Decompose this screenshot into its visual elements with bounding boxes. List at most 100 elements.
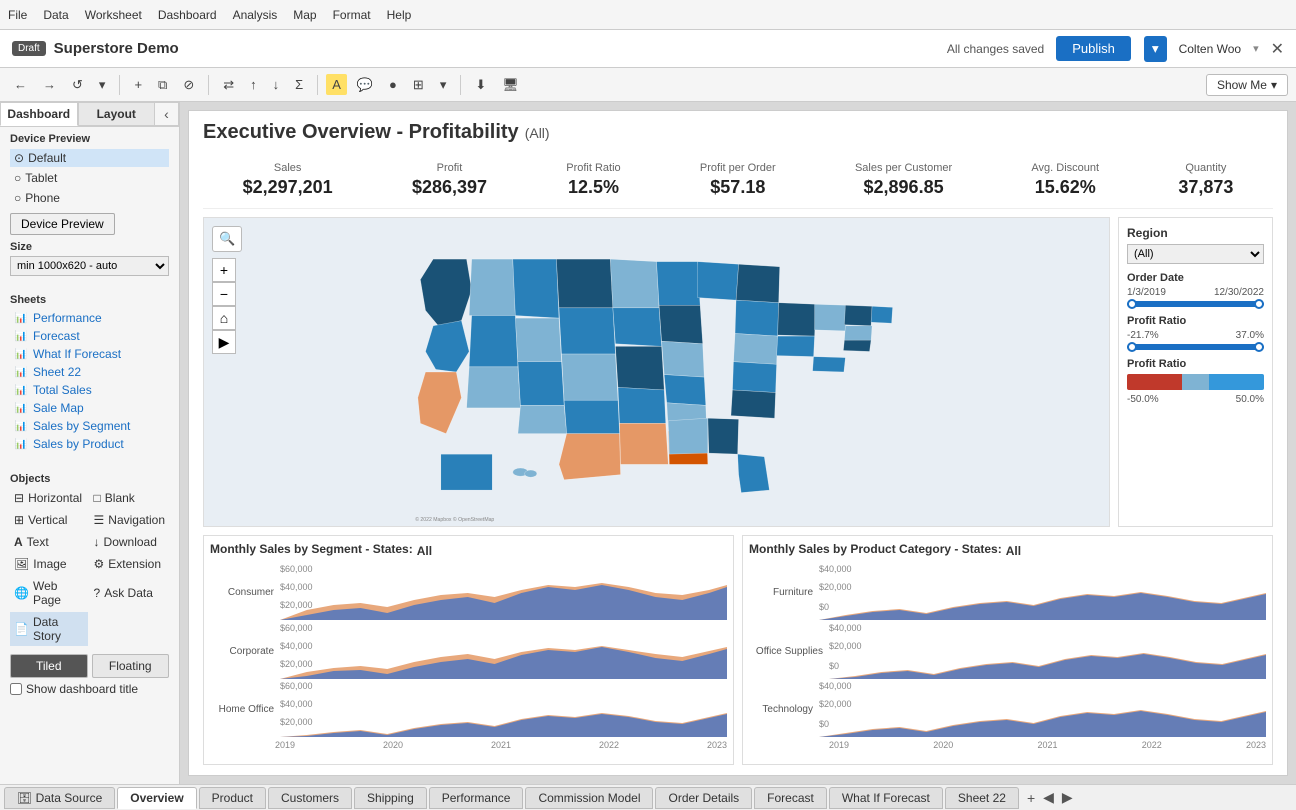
state-id[interactable] <box>469 259 515 315</box>
state-ma[interactable] <box>843 340 871 351</box>
new-sheet-button[interactable]: + <box>128 74 148 95</box>
tab-next-button[interactable]: ▶ <box>1060 787 1075 808</box>
state-sc[interactable] <box>731 390 776 418</box>
state-tx[interactable] <box>559 434 621 480</box>
show-title-checkbox[interactable] <box>10 683 22 695</box>
sheet-item-performance[interactable]: 📊 Performance <box>10 309 169 327</box>
tab-commission-model[interactable]: Commission Model <box>525 787 653 809</box>
publish-button[interactable]: Publish <box>1056 36 1131 61</box>
state-nh[interactable] <box>844 326 872 341</box>
state-oh[interactable] <box>736 264 780 303</box>
user-name[interactable]: Colten Woo <box>1179 42 1241 56</box>
replay-button[interactable]: ↺ <box>66 74 89 96</box>
object-download[interactable]: ↓ Download <box>90 532 169 552</box>
state-ia[interactable] <box>613 308 662 346</box>
menu-help[interactable]: Help <box>387 8 412 22</box>
download-button[interactable]: ⬇ <box>469 74 492 96</box>
object-askdata[interactable]: ? Ask Data <box>90 576 169 610</box>
state-az[interactable] <box>467 367 521 408</box>
object-datastory[interactable]: 📄 Data Story <box>10 612 88 646</box>
menu-data[interactable]: Data <box>43 8 68 22</box>
state-al[interactable] <box>668 418 708 454</box>
duplicate-button[interactable]: ⧉ <box>152 74 173 96</box>
back-button[interactable]: ← <box>8 74 33 95</box>
object-navigation[interactable]: ☰ Navigation <box>90 510 169 530</box>
state-wi[interactable] <box>657 262 701 306</box>
tab-customers[interactable]: Customers <box>268 787 352 809</box>
tiled-button[interactable]: Tiled <box>10 654 88 678</box>
tab-add-button[interactable]: + <box>1025 787 1037 808</box>
object-horizontal[interactable]: ⊟ Horizontal <box>10 488 88 508</box>
map-home-button[interactable]: ⌂ <box>212 306 236 330</box>
state-nj[interactable] <box>813 357 846 372</box>
menu-map[interactable]: Map <box>293 8 316 22</box>
tab-performance[interactable]: Performance <box>429 787 524 809</box>
map-play-button[interactable]: ▶ <box>212 330 236 354</box>
state-ny[interactable] <box>815 304 847 331</box>
sheet-item-salemap[interactable]: 📊 Sale Map <box>10 399 169 417</box>
floating-button[interactable]: Floating <box>92 654 170 678</box>
tab-dashboard[interactable]: Dashboard <box>0 102 78 126</box>
device-option-default[interactable]: ⊙ Default <box>10 149 169 167</box>
state-ga[interactable] <box>708 418 739 454</box>
state-mi[interactable] <box>698 262 739 301</box>
device-button[interactable]: 🖥 <box>496 74 525 96</box>
order-date-range-handle-right[interactable] <box>1254 299 1264 309</box>
state-mo[interactable] <box>615 346 664 390</box>
marks-button[interactable]: ● <box>383 74 403 95</box>
state-pa[interactable] <box>778 303 816 336</box>
dropdown-button[interactable]: ▾ <box>93 74 112 96</box>
device-radio-tablet[interactable]: ○ <box>14 171 21 185</box>
tab-data-source[interactable]: 🗄 Data Source <box>4 787 115 809</box>
menu-file[interactable]: File <box>8 8 27 22</box>
forward-button[interactable]: → <box>37 74 62 95</box>
tab-order-details[interactable]: Order Details <box>655 787 752 809</box>
tab-forecast[interactable]: Forecast <box>754 787 827 809</box>
device-radio-default[interactable]: ⊙ <box>14 151 24 165</box>
menu-format[interactable]: Format <box>333 8 371 22</box>
tab-whatif-forecast[interactable]: What If Forecast <box>829 787 943 809</box>
state-co[interactable] <box>518 362 564 406</box>
sheet-item-whatifforecast[interactable]: 📊 What If Forecast <box>10 345 169 363</box>
state-fl[interactable] <box>738 454 770 493</box>
menu-analysis[interactable]: Analysis <box>233 8 278 22</box>
map-zoom-out-button[interactable]: − <box>212 282 236 306</box>
publish-dropdown-button[interactable]: ▾ <box>1144 36 1167 62</box>
object-text[interactable]: A Text <box>10 532 88 552</box>
state-ne[interactable] <box>562 354 618 400</box>
close-button[interactable]: ✕ <box>1271 39 1284 59</box>
tab-prev-button[interactable]: ◀ <box>1041 787 1056 808</box>
profit-ratio-handle-left[interactable] <box>1127 342 1137 352</box>
aggregate-button[interactable]: Σ <box>289 74 309 95</box>
state-il[interactable] <box>659 305 703 344</box>
device-option-phone[interactable]: ○ Phone <box>10 189 169 207</box>
state-sd[interactable] <box>559 308 615 354</box>
state-wy[interactable] <box>515 318 561 362</box>
state-wa[interactable] <box>420 259 471 326</box>
size-select[interactable]: min 1000x620 - auto <box>10 256 169 276</box>
order-date-range-handle-left[interactable] <box>1127 299 1137 309</box>
swap-button[interactable]: ⇄ <box>217 74 240 96</box>
state-nv[interactable] <box>469 316 518 367</box>
state-in[interactable] <box>662 341 705 377</box>
clear-button[interactable]: ⊘ <box>177 74 200 96</box>
fit-button[interactable]: ⊞ <box>407 74 430 96</box>
sheet-item-salesbyproduct[interactable]: 📊 Sales by Product <box>10 435 169 453</box>
state-mt[interactable] <box>513 259 559 318</box>
tooltip-button[interactable]: 💬 <box>351 74 379 96</box>
tab-shipping[interactable]: Shipping <box>354 787 427 809</box>
region-filter-select[interactable]: (All) <box>1127 244 1264 264</box>
map-zoom-in-button[interactable]: + <box>212 258 236 282</box>
state-ak[interactable] <box>441 454 492 490</box>
state-hi-2[interactable] <box>525 470 537 477</box>
device-preview-button[interactable]: Device Preview <box>10 213 115 235</box>
device-option-tablet[interactable]: ○ Tablet <box>10 169 169 187</box>
sheet-item-salesbysegment[interactable]: 📊 Sales by Segment <box>10 417 169 435</box>
state-mn[interactable] <box>610 259 659 308</box>
sort-asc-button[interactable]: ↑ <box>244 74 263 95</box>
state-ks[interactable] <box>564 400 619 433</box>
state-vt[interactable] <box>844 305 872 326</box>
object-vertical[interactable]: ⊞ Vertical <box>10 510 88 530</box>
state-la[interactable] <box>620 423 669 464</box>
profit-ratio-handle-right[interactable] <box>1254 342 1264 352</box>
